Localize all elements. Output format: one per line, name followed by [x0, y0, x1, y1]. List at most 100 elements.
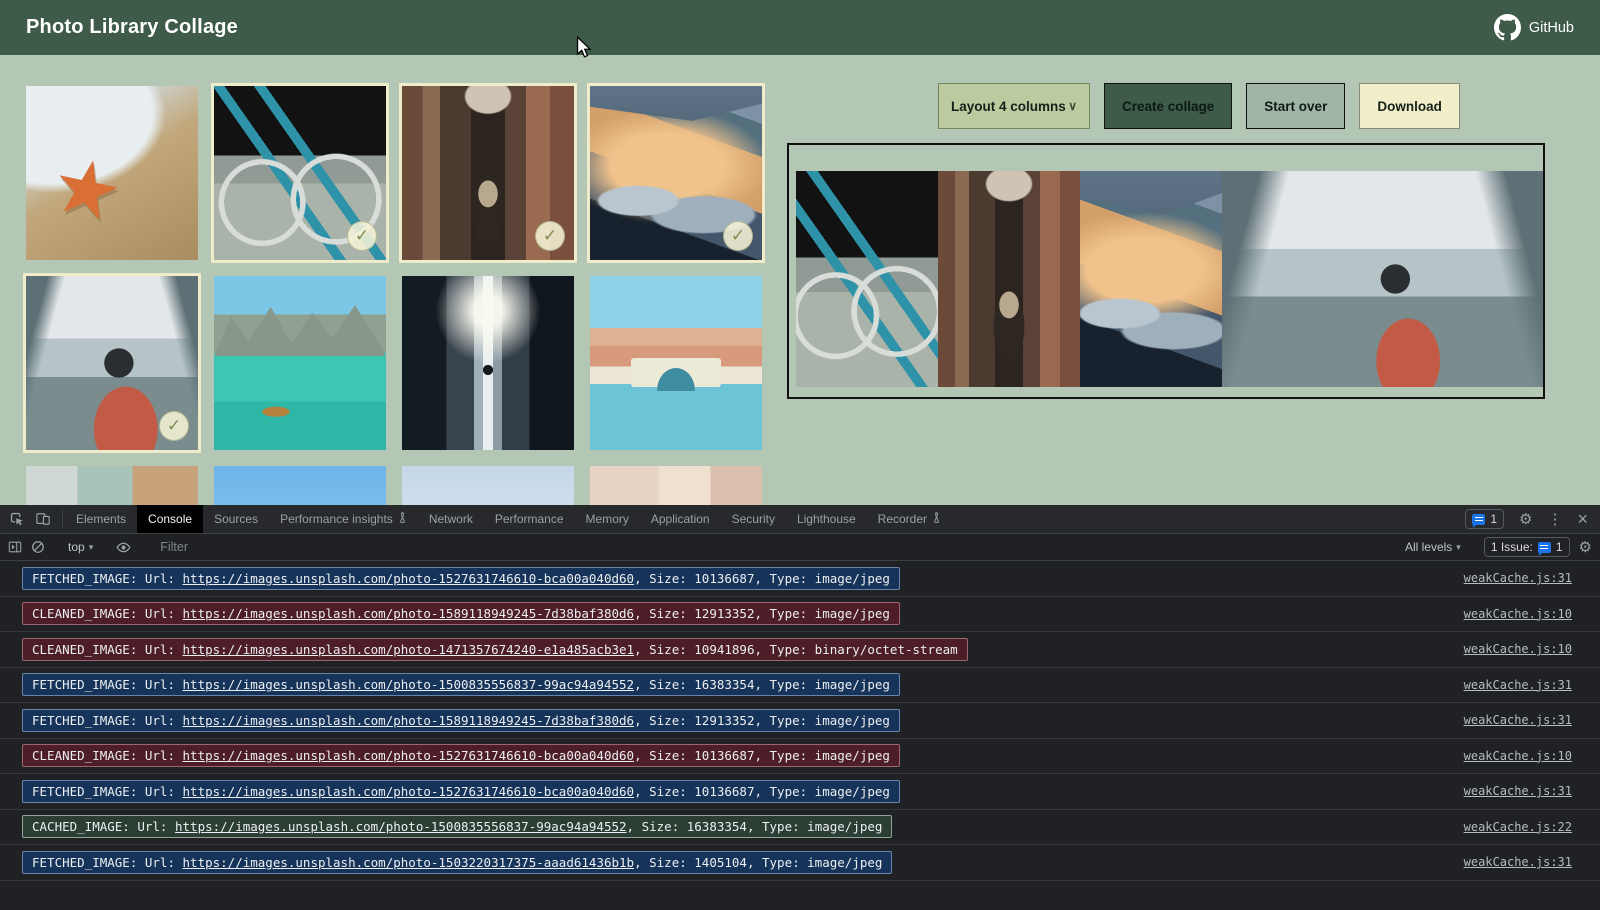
- selected-check-icon: ✓: [347, 221, 377, 251]
- devtools-settings-icon[interactable]: ⚙: [1519, 512, 1532, 527]
- page-title: Photo Library Collage: [26, 16, 238, 39]
- console-log-row: CLEANED_IMAGE: Url: https://images.unspl…: [0, 597, 1600, 633]
- console-log-row: FETCHED_IMAGE: Url: https://images.unspl…: [0, 703, 1600, 739]
- tab-network[interactable]: Network: [418, 505, 484, 533]
- layout-select[interactable]: Layout 4 columns ∨: [938, 83, 1090, 129]
- issues-count: 1: [1490, 512, 1497, 526]
- log-image-url-link[interactable]: https://images.unsplash.com/photo-150083…: [175, 819, 627, 834]
- log-image-url-link[interactable]: https://images.unsplash.com/photo-158911…: [183, 606, 635, 621]
- devtools-menu-icon[interactable]: ⋮: [1547, 510, 1562, 528]
- eye-icon[interactable]: [116, 540, 131, 555]
- github-icon: [1494, 14, 1521, 41]
- venice-rialto-bridge-image: [590, 276, 762, 450]
- log-image-url-link[interactable]: https://images.unsplash.com/photo-147135…: [183, 642, 635, 657]
- inspect-element-icon[interactable]: [10, 512, 24, 526]
- collage-strip: [796, 171, 1543, 387]
- console-log-message: CLEANED_IMAGE: Url: https://images.unspl…: [22, 744, 900, 767]
- mountain-lake-boats-image: [214, 276, 386, 450]
- issue-counter[interactable]: 1 Issue: 1: [1484, 537, 1570, 557]
- tab-security[interactable]: Security: [721, 505, 786, 533]
- tab-label: Recorder: [878, 512, 927, 526]
- log-image-url-link[interactable]: https://images.unsplash.com/photo-152763…: [183, 571, 635, 586]
- console-filter-input[interactable]: [154, 537, 1396, 557]
- console-source-link[interactable]: weakCache.js:31: [1464, 713, 1572, 727]
- tab-lighthouse[interactable]: Lighthouse: [786, 505, 867, 533]
- console-source-link[interactable]: weakCache.js:10: [1464, 749, 1572, 763]
- photo-venice-rialto-bridge[interactable]: [587, 273, 765, 453]
- photo-teal-bicycle[interactable]: ✓: [211, 83, 389, 263]
- photo-red-backpack-hiker[interactable]: ✓: [23, 273, 201, 453]
- tab-memory[interactable]: Memory: [575, 505, 640, 533]
- collage-controls: Layout 4 columns ∨ Create collage Start …: [938, 83, 1460, 129]
- log-levels-selector[interactable]: All levels ▾: [1405, 540, 1461, 554]
- devtools-close-icon[interactable]: ×: [1577, 509, 1588, 530]
- experiment-flask-icon: [398, 512, 407, 526]
- selected-check-icon: ✓: [535, 221, 565, 251]
- experiment-flask-icon: [932, 512, 941, 526]
- photo-pink-clouds-partial[interactable]: [587, 463, 765, 505]
- context-selector[interactable]: top ▾: [68, 540, 93, 554]
- log-image-url-link[interactable]: https://images.unsplash.com/photo-152763…: [183, 784, 635, 799]
- console-source-link[interactable]: weakCache.js:10: [1464, 607, 1572, 621]
- starfish-on-beach-image: [26, 86, 198, 260]
- issues-bubble-icon: [1538, 542, 1551, 553]
- console-source-link[interactable]: weakCache.js:22: [1464, 820, 1572, 834]
- log-image-url-link[interactable]: https://images.unsplash.com/photo-150083…: [183, 677, 635, 692]
- tab-label: Performance insights: [280, 512, 393, 526]
- download-button[interactable]: Download: [1359, 83, 1460, 129]
- tab-recorder[interactable]: Recorder: [867, 505, 952, 533]
- device-toolbar-icon[interactable]: [36, 512, 50, 526]
- log-levels-value: All levels: [1405, 540, 1452, 554]
- tab-sources[interactable]: Sources: [203, 505, 269, 533]
- photo-blue-sky-partial[interactable]: [211, 463, 389, 505]
- tab-console[interactable]: Console: [137, 505, 203, 533]
- photo-suspension-bridge-walker[interactable]: [399, 273, 577, 453]
- console-log-row: CACHED_IMAGE: Url: https://images.unspla…: [0, 810, 1600, 846]
- console-source-link[interactable]: weakCache.js:31: [1464, 571, 1572, 585]
- console-source-link[interactable]: weakCache.js:10: [1464, 642, 1572, 656]
- console-log-list: FETCHED_IMAGE: Url: https://images.unspl…: [0, 561, 1600, 881]
- selected-check-icon: ✓: [723, 221, 753, 251]
- console-log-message: CLEANED_IMAGE: Url: https://images.unspl…: [22, 638, 968, 661]
- app-root: Photo Library Collage GitHub ✓ ✓ ✓ ✓ Layout…: [0, 0, 1600, 910]
- photo-mountain-lake-boats[interactable]: [211, 273, 389, 453]
- console-log-row: FETCHED_IMAGE: Url: https://images.unspl…: [0, 668, 1600, 704]
- log-image-url-link[interactable]: https://images.unsplash.com/photo-152763…: [183, 748, 635, 763]
- tab-label: Network: [429, 512, 473, 526]
- tab-elements[interactable]: Elements: [65, 505, 137, 533]
- log-image-url-link[interactable]: https://images.unsplash.com/photo-150322…: [183, 855, 635, 870]
- console-source-link[interactable]: weakCache.js:31: [1464, 678, 1572, 692]
- console-log-row: CLEANED_IMAGE: Url: https://images.unspl…: [0, 739, 1600, 775]
- tab-label: Console: [148, 512, 192, 526]
- console-sidebar-icon[interactable]: [8, 540, 22, 554]
- photo-alley-backpacker[interactable]: ✓: [399, 83, 577, 263]
- tab-label: Elements: [76, 512, 126, 526]
- tab-performance-insights[interactable]: Performance insights: [269, 505, 418, 533]
- console-settings-icon[interactable]: ⚙: [1579, 540, 1592, 555]
- collage-image-bicycle: [796, 171, 938, 387]
- console-source-link[interactable]: weakCache.js:31: [1464, 855, 1572, 869]
- tab-label: Application: [651, 512, 710, 526]
- log-image-url-link[interactable]: https://images.unsplash.com/photo-158911…: [183, 713, 635, 728]
- console-log-row: FETCHED_IMAGE: Url: https://images.unspl…: [0, 561, 1600, 597]
- console-log-message: FETCHED_IMAGE: Url: https://images.unspl…: [22, 780, 900, 803]
- context-value: top: [68, 540, 85, 554]
- issues-badge[interactable]: 1: [1465, 509, 1504, 529]
- tab-label: Memory: [586, 512, 629, 526]
- console-log-message: CLEANED_IMAGE: Url: https://images.unspl…: [22, 602, 900, 625]
- create-collage-button[interactable]: Create collage: [1104, 83, 1232, 129]
- console-source-link[interactable]: weakCache.js:31: [1464, 784, 1572, 798]
- photo-starfish-on-beach[interactable]: [23, 83, 201, 263]
- tab-performance[interactable]: Performance: [484, 505, 575, 533]
- suspension-bridge-walker-image: [402, 276, 574, 450]
- start-over-button[interactable]: Start over: [1246, 83, 1345, 129]
- devtools-tabs: Elements Console Sources Performance insigh…: [65, 505, 952, 533]
- tab-application[interactable]: Application: [640, 505, 721, 533]
- photo-coastline-partial[interactable]: [23, 463, 201, 505]
- clear-console-icon[interactable]: [31, 540, 45, 554]
- photo-pale-sky-partial[interactable]: [399, 463, 577, 505]
- photo-airplane-wing-sunset[interactable]: ✓: [587, 83, 765, 263]
- github-link[interactable]: GitHub: [1494, 14, 1574, 41]
- issue-label: 1 Issue:: [1491, 540, 1533, 554]
- photo-library-grid: ✓ ✓ ✓ ✓: [23, 83, 767, 505]
